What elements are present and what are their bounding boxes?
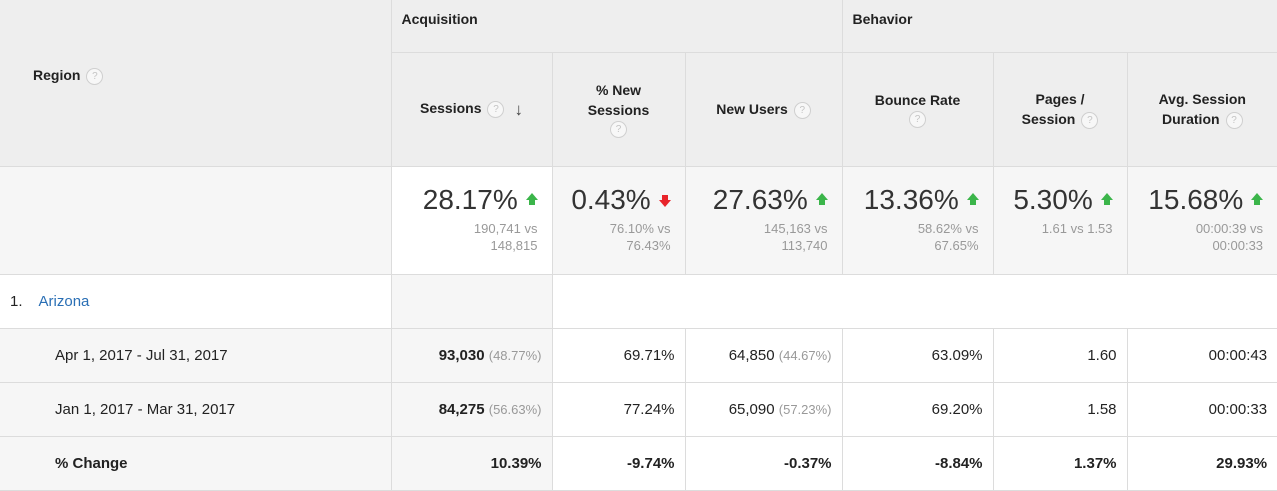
bounce-rate-cell: 69.20%	[841, 381, 994, 437]
new-sessions-change-value: 0.43%	[571, 183, 651, 215]
pages-summary-cell: 5.30% 1.61 vs 1.53	[992, 165, 1128, 275]
sessions-summary-cell: 28.17% 190,741 vs 148,815	[390, 165, 553, 275]
new-users-cell: 65,090 (57.23%)	[684, 381, 843, 437]
new-sessions-compare-line1: 76.10% vs	[609, 220, 671, 236]
new-users-column-header[interactable]: New Users?	[684, 51, 843, 167]
behavior-group-header: Behavior	[841, 0, 1277, 53]
sessions-change-cell: 10.39%	[390, 435, 553, 491]
pages-compare-line1: 1.61 vs 1.53	[1041, 220, 1113, 236]
date-range-label: Jan 1, 2017 - Mar 31, 2017	[0, 381, 392, 437]
help-icon[interactable]: ?	[86, 67, 104, 85]
new-sessions-cell: 77.24%	[551, 381, 686, 437]
new-sessions-cell: 69.71%	[551, 327, 686, 383]
help-icon[interactable]: ?	[793, 101, 811, 119]
help-icon[interactable]: ?	[610, 121, 627, 138]
region-header-label: Region	[33, 67, 81, 83]
new-sessions-header-line1: % New	[595, 82, 642, 98]
new-users-percent: (57.23%)	[778, 401, 832, 417]
bounce-rate-compare-line2: 67.65%	[934, 237, 979, 253]
duration-compare-line2: 00:00:33	[1212, 237, 1264, 253]
change-row: % Change 10.39% -9.74% -0.37% -8.84% 1.3…	[0, 435, 1277, 491]
trend-up-icon	[1100, 192, 1113, 205]
trend-up-icon	[1251, 192, 1264, 205]
trend-up-icon	[815, 192, 828, 205]
duration-change-value: 15.68%	[1148, 183, 1244, 215]
trend-up-icon	[966, 192, 979, 205]
new-users-cell: 64,850 (44.67%)	[684, 327, 843, 383]
duration-cell: 00:00:43	[1126, 327, 1277, 383]
bounce-rate-summary-cell: 13.36% 58.62% vs 67.65%	[841, 165, 994, 275]
new-users-change-cell: -0.37%	[684, 435, 843, 491]
sessions-percent: (56.63%)	[488, 401, 542, 417]
new-users-compare-line2: 113,740	[781, 237, 828, 253]
bounce-rate-change-cell: -8.84%	[841, 435, 994, 491]
new-users-summary-cell: 27.63% 145,163 vs 113,740	[684, 165, 843, 275]
help-icon[interactable]: ?	[1081, 111, 1099, 129]
sessions-compare-line2: 148,815	[490, 237, 538, 253]
region-name-cell: 1. Arizona	[0, 273, 392, 329]
new-sessions-header-line2: Sessions	[587, 102, 650, 118]
sessions-cell: 84,275 (56.63%)	[390, 381, 553, 437]
pages-per-session-column-header[interactable]: Pages / Session?	[992, 51, 1128, 167]
pages-header-line1: Pages /	[1035, 91, 1085, 107]
sessions-column-header[interactable]: Sessions? ↓	[391, 51, 553, 167]
table-row: Jan 1, 2017 - Mar 31, 2017 84,275 (56.63…	[0, 381, 1277, 437]
duration-change-cell: 29.93%	[1126, 435, 1277, 491]
pages-cell: 1.58	[992, 381, 1128, 437]
region-row: 1. Arizona	[0, 273, 1277, 329]
sessions-value: 84,275	[438, 400, 485, 418]
sessions-header-label: Sessions	[420, 100, 482, 117]
new-users-percent: (44.67%)	[778, 347, 832, 363]
pages-cell: 1.60	[992, 327, 1128, 383]
new-sessions-change-cell: -9.74%	[551, 435, 686, 491]
new-sessions-summary-cell: 0.43% 76.10% vs 76.43%	[551, 165, 686, 275]
region-blank-cell	[390, 273, 553, 329]
avg-session-duration-column-header[interactable]: Avg. Session Duration?	[1126, 51, 1277, 167]
duration-cell: 00:00:33	[1126, 381, 1277, 437]
bounce-rate-column-header[interactable]: Bounce Rate ?	[841, 51, 994, 167]
region-blank-span	[551, 273, 1277, 329]
sort-descending-icon[interactable]: ↓	[514, 100, 523, 120]
region-column-header[interactable]: Region?	[0, 0, 392, 167]
region-link[interactable]: Arizona	[39, 293, 90, 310]
duration-header-line1: Avg. Session	[1158, 91, 1246, 107]
duration-summary-cell: 15.68% 00:00:39 vs 00:00:33	[1126, 165, 1277, 275]
summary-label-cell	[0, 165, 392, 275]
help-icon[interactable]: ?	[1225, 111, 1243, 129]
sessions-value: 93,030	[438, 346, 485, 364]
pages-header-line2: Session	[1021, 111, 1076, 127]
new-users-change-value: 27.63%	[712, 183, 808, 215]
summary-row: 28.17% 190,741 vs 148,815 0.43% 76.10% v…	[0, 165, 1277, 275]
help-icon[interactable]: ?	[487, 101, 505, 119]
acquisition-group-header: Acquisition	[390, 0, 843, 53]
bounce-rate-compare-line1: 58.62% vs	[917, 220, 979, 236]
analytics-report-table: Region? Acquisition Behavior Sessions? ↓ …	[0, 0, 1277, 491]
table-row: Apr 1, 2017 - Jul 31, 2017 93,030 (48.77…	[0, 327, 1277, 383]
bounce-rate-header-label: Bounce Rate	[874, 92, 961, 108]
new-users-header-label: New Users	[716, 101, 788, 117]
region-index: 1.	[10, 292, 23, 310]
sessions-percent: (48.77%)	[488, 347, 542, 363]
sessions-change-value: 28.17%	[422, 183, 518, 215]
trend-down-icon	[658, 194, 671, 207]
new-users-compare-line1: 145,163 vs	[763, 220, 828, 236]
trend-up-icon	[525, 192, 538, 205]
change-label: % Change	[0, 435, 392, 491]
new-sessions-column-header[interactable]: % New Sessions ?	[551, 51, 686, 167]
bounce-rate-cell: 63.09%	[841, 327, 994, 383]
duration-header-line2: Duration	[1162, 111, 1220, 127]
pages-change-value: 5.30%	[1013, 183, 1093, 215]
sessions-compare-line1: 190,741 vs	[473, 220, 538, 236]
new-sessions-compare-line2: 76.43%	[626, 237, 671, 253]
help-icon[interactable]: ?	[909, 111, 927, 128]
date-range-label: Apr 1, 2017 - Jul 31, 2017	[0, 327, 392, 383]
bounce-rate-change-value: 13.36%	[863, 183, 959, 215]
sessions-cell: 93,030 (48.77%)	[390, 327, 553, 383]
new-users-value: 64,850	[728, 346, 775, 364]
new-users-value: 65,090	[728, 400, 775, 418]
duration-compare-line1: 00:00:39 vs	[1195, 220, 1264, 236]
pages-change-cell: 1.37%	[992, 435, 1128, 491]
